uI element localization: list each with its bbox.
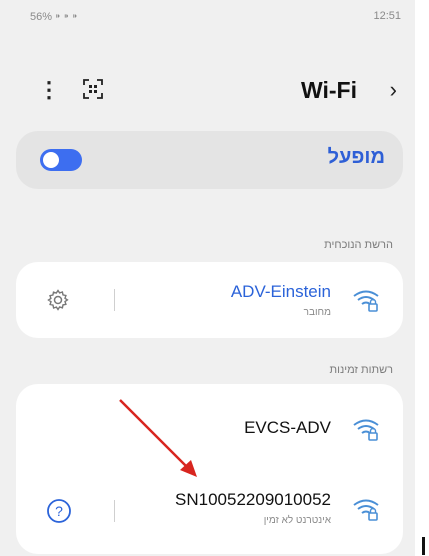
help-icon[interactable]: ? <box>46 498 72 524</box>
available-networks-section-label: רשתות זמינות <box>329 364 393 376</box>
status-bar: 56% ⁍ ⁍ ⁍ 12:51 <box>30 10 401 28</box>
toggle-knob <box>43 152 59 168</box>
status-left: 56% ⁍ ⁍ ⁍ <box>30 11 78 23</box>
wifi-lock-icon <box>353 419 379 441</box>
network-row-sn[interactable]: ? SN10052209010052 אינטרנט לא זמין <box>16 476 403 546</box>
text-cursor <box>422 537 425 555</box>
scan-qr-icon[interactable] <box>82 78 104 100</box>
available-networks-card: EVCS-ADV ? SN10052209010052 אינטרנט לא ז… <box>16 384 403 554</box>
network-name: ADV-Einstein <box>230 282 331 301</box>
current-network-card: ADV-Einstein מחובר <box>16 262 403 338</box>
more-icon[interactable]: ⋮ <box>38 78 60 102</box>
page-title: Wi-Fi <box>301 77 357 103</box>
wifi-lock-icon <box>353 290 379 312</box>
wifi-toggle-switch[interactable] <box>40 149 82 171</box>
network-name: SN10052209010052 <box>175 490 331 509</box>
row-divider <box>114 289 115 311</box>
chevron-right-icon[interactable]: › <box>390 78 397 102</box>
network-status: אינטרנט לא זמין <box>263 515 331 526</box>
network-name: EVCS-ADV <box>244 418 331 437</box>
network-row-evcs[interactable]: EVCS-ADV <box>16 394 403 464</box>
svg-text:?: ? <box>55 503 63 519</box>
row-divider <box>114 500 115 522</box>
phone-screen: 56% ⁍ ⁍ ⁍ 12:51 ⋮ Wi-Fi › מופעל הרשת הנו… <box>0 0 415 556</box>
network-status: מחובר <box>303 307 331 318</box>
wifi-toggle-row[interactable]: מופעל <box>16 131 403 189</box>
gear-icon[interactable] <box>46 288 70 312</box>
network-row-current[interactable]: ADV-Einstein מחובר <box>16 265 403 335</box>
wifi-toggle-label: מופעל <box>327 146 385 168</box>
status-time: 12:51 <box>373 10 401 22</box>
wifi-lock-icon <box>353 499 379 521</box>
toolbar: ⋮ Wi-Fi › <box>0 76 415 106</box>
current-network-section-label: הרשת הנוכחית <box>324 239 393 251</box>
